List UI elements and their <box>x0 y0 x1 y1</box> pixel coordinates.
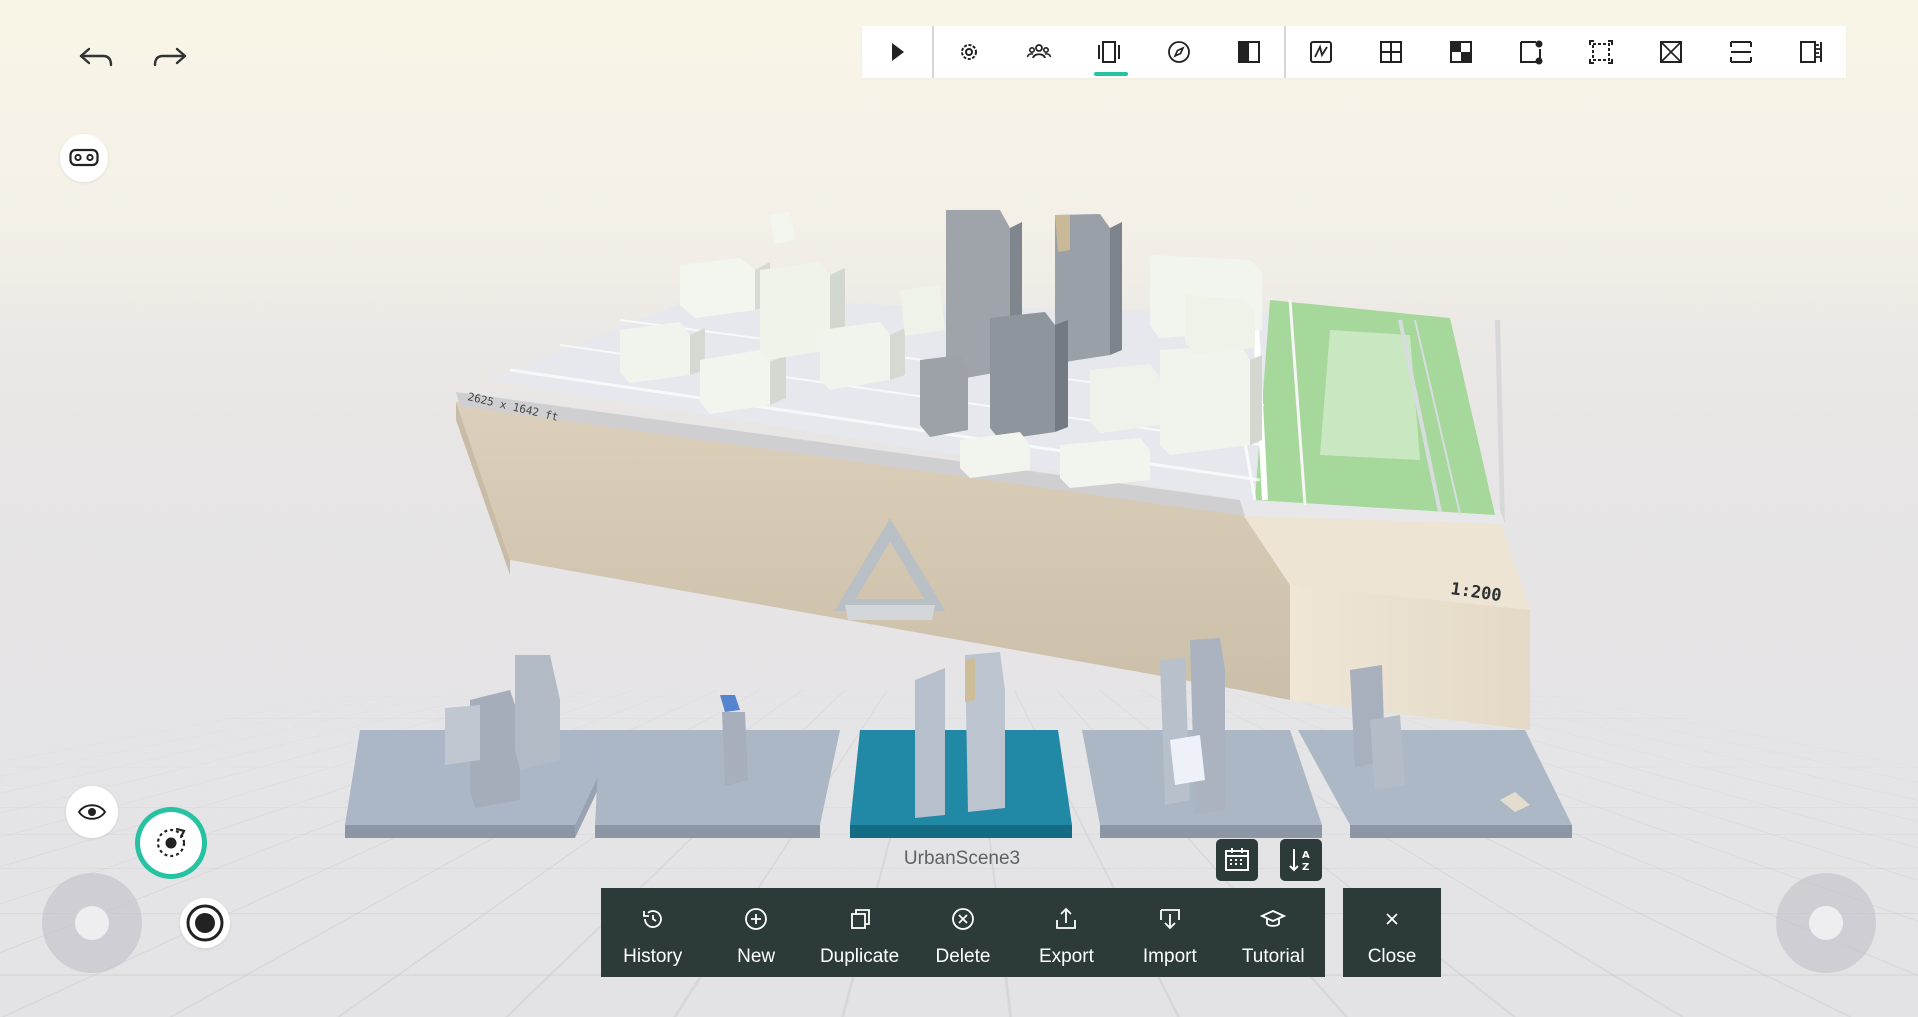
redo-button[interactable] <box>144 38 194 76</box>
close-icon <box>1379 906 1405 932</box>
settings-button[interactable] <box>934 26 1004 78</box>
joystick-knob[interactable] <box>1809 906 1843 940</box>
duplicate-label: Duplicate <box>820 946 899 968</box>
plus-circle-icon <box>743 906 769 932</box>
import-icon <box>1157 906 1183 932</box>
scene-actions-bar: History New Duplicate Delete Export Impo… <box>601 888 1325 977</box>
close-label: Close <box>1368 946 1417 968</box>
sort-alphabetical-button[interactable]: A Z <box>1280 839 1322 881</box>
orbit-icon <box>151 823 191 863</box>
history-label: History <box>623 946 682 968</box>
svg-text:Z: Z <box>1302 862 1309 873</box>
redo-arrow-icon <box>149 41 189 73</box>
history-button[interactable]: History <box>601 888 704 977</box>
section-box-button[interactable] <box>1636 26 1706 78</box>
close-scenes-button[interactable]: Close <box>1343 888 1441 977</box>
gear-icon <box>956 39 982 65</box>
node-edit-button[interactable] <box>1496 26 1566 78</box>
play-icon <box>884 39 910 65</box>
compass-button[interactable] <box>1144 26 1214 78</box>
level-icon <box>1728 39 1754 65</box>
node-edit-icon <box>1518 39 1544 65</box>
delete-circle-icon <box>950 906 976 932</box>
undo-arrow-icon <box>77 41 117 73</box>
tutorial-button[interactable]: Tutorial <box>1222 888 1325 977</box>
import-label: Import <box>1143 946 1197 968</box>
orbit-button[interactable] <box>140 812 202 874</box>
export-label: Export <box>1039 946 1094 968</box>
play-button[interactable] <box>862 26 932 78</box>
export-icon <box>1053 906 1079 932</box>
measure-button[interactable] <box>1776 26 1846 78</box>
delete-scene-button[interactable]: Delete <box>911 888 1014 977</box>
duplicate-icon <box>847 906 873 932</box>
scenes-button[interactable] <box>1074 26 1144 78</box>
scene-thumbnail-selected[interactable] <box>850 652 1072 838</box>
look-joystick[interactable] <box>1776 873 1876 973</box>
alpha-sort-icon: A Z <box>1286 845 1316 875</box>
visibility-button[interactable] <box>66 786 118 838</box>
people-icon <box>1026 39 1052 65</box>
ruler-icon <box>1798 39 1824 65</box>
level-button[interactable] <box>1706 26 1776 78</box>
record-button[interactable] <box>180 898 230 948</box>
tutorial-label: Tutorial <box>1242 946 1305 968</box>
eye-icon <box>77 802 107 822</box>
transform-icon <box>1588 39 1614 65</box>
compass-icon <box>1166 39 1192 65</box>
undo-button[interactable] <box>72 38 122 76</box>
record-icon <box>185 903 225 943</box>
new-label: New <box>737 946 775 968</box>
joystick-knob[interactable] <box>75 906 109 940</box>
delete-label: Delete <box>936 946 991 968</box>
top-toolbar <box>862 26 1846 78</box>
duplicate-scene-button[interactable]: Duplicate <box>808 888 911 977</box>
split-view-icon <box>1236 39 1262 65</box>
scene-thumbnail[interactable] <box>595 695 840 838</box>
scene-thumbnail[interactable] <box>345 655 620 838</box>
new-scene-button[interactable]: New <box>704 888 807 977</box>
vr-headset-icon <box>69 148 99 168</box>
vr-mode-button[interactable] <box>60 134 108 182</box>
svg-text:A: A <box>1302 850 1310 861</box>
transform-button[interactable] <box>1566 26 1636 78</box>
sketch-button[interactable] <box>1286 26 1356 78</box>
sort-by-date-button[interactable] <box>1216 839 1258 881</box>
history-icon <box>640 906 666 932</box>
material-icon <box>1448 39 1474 65</box>
calendar-sort-icon <box>1222 845 1252 875</box>
import-button[interactable]: Import <box>1118 888 1221 977</box>
section-box-icon <box>1658 39 1684 65</box>
grid-icon <box>1378 39 1404 65</box>
grid-button[interactable] <box>1356 26 1426 78</box>
collaborators-button[interactable] <box>1004 26 1074 78</box>
export-button[interactable]: Export <box>1015 888 1118 977</box>
split-view-button[interactable] <box>1214 26 1284 78</box>
sketch-icon <box>1308 39 1334 65</box>
selected-scene-label: UrbanScene3 <box>842 848 1082 870</box>
material-button[interactable] <box>1426 26 1496 78</box>
move-joystick[interactable] <box>42 873 142 973</box>
scenes-icon <box>1096 39 1122 65</box>
graduation-cap-icon <box>1260 906 1286 932</box>
